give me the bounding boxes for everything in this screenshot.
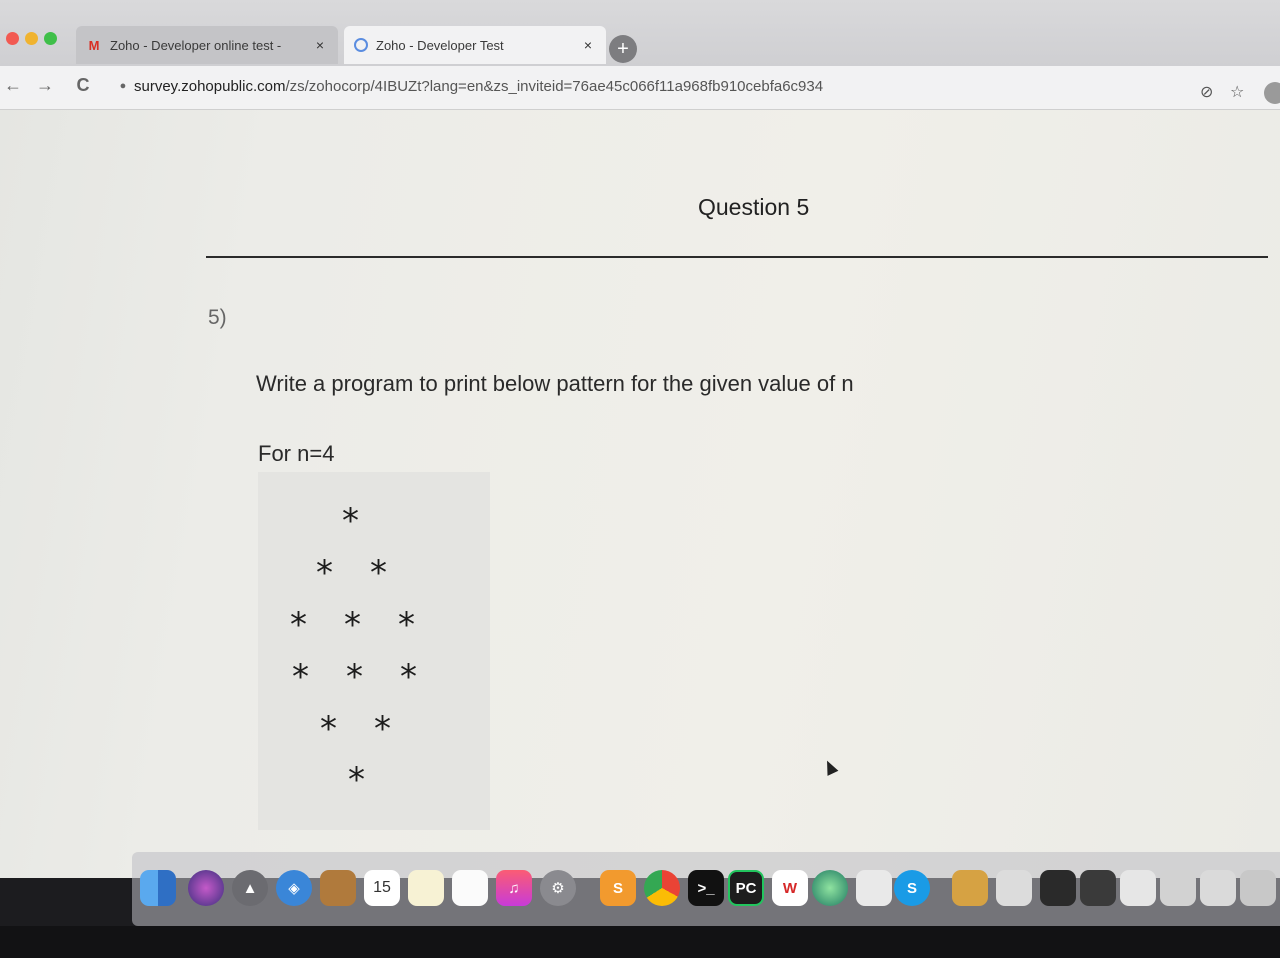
pycharm-icon[interactable]: PC: [728, 870, 764, 906]
divider: [206, 256, 1268, 258]
minimize-window-button[interactable]: [25, 32, 38, 45]
pattern-star: *: [292, 657, 309, 697]
zoho-icon: [354, 38, 368, 52]
camera-app-icon[interactable]: [812, 870, 848, 906]
tab-zoho-developer-test[interactable]: Zoho - Developer Test ×: [344, 26, 606, 64]
question-number: 5): [208, 306, 227, 329]
tab-title: Zoho - Developer online test -: [110, 37, 282, 53]
lock-icon: ●: [119, 80, 127, 92]
question-prompt: Write a program to print below pattern f…: [256, 371, 854, 396]
close-tab-icon[interactable]: ×: [580, 37, 596, 53]
window-thumbnail-icon[interactable]: [1240, 870, 1276, 906]
url-path: /zs/zohocorp/4IBUZt?lang=en&zs_inviteid=…: [285, 77, 824, 95]
example-label: For n=4: [258, 441, 335, 466]
url-host: survey.zohopublic.com: [134, 77, 286, 95]
pattern-example: [258, 472, 490, 830]
new-tab-button[interactable]: +: [609, 35, 637, 63]
pattern-star: *: [348, 760, 365, 800]
archive-utility-icon[interactable]: [952, 870, 988, 906]
address-bar[interactable]: ● survey.zohopublic.com /zs/zohocorp/4IB…: [112, 70, 1162, 102]
tab-gmail-zoho-online-test[interactable]: M Zoho - Developer online test - ×: [76, 26, 338, 64]
pattern-star: *: [342, 501, 359, 541]
pattern-star: *: [400, 657, 417, 697]
pattern-star: *: [398, 605, 415, 645]
preview-icon[interactable]: [856, 870, 892, 906]
sublime-text-icon[interactable]: S: [600, 870, 636, 906]
reload-button[interactable]: C: [70, 72, 96, 98]
window-thumbnail-icon[interactable]: [1160, 870, 1196, 906]
close-window-button[interactable]: [6, 32, 19, 45]
skype-icon[interactable]: S: [894, 870, 930, 906]
contacts-icon[interactable]: [320, 870, 356, 906]
wps-office-icon[interactable]: W: [772, 870, 808, 906]
pattern-star: *: [290, 605, 307, 645]
pattern-star: *: [344, 605, 361, 645]
reminders-icon[interactable]: [452, 870, 488, 906]
gmail-icon: M: [88, 37, 100, 53]
pattern-star: *: [320, 709, 337, 749]
window-thumbnail-icon[interactable]: [1200, 870, 1236, 906]
forward-button[interactable]: →: [32, 72, 58, 98]
window-thumbnail-icon[interactable]: [1120, 870, 1156, 906]
tracking-icon[interactable]: ⊘: [1200, 82, 1213, 102]
back-button[interactable]: ←: [0, 72, 26, 98]
pattern-star: *: [374, 709, 391, 749]
survey-page: [0, 110, 1280, 878]
window-thumbnail-icon[interactable]: [1080, 870, 1116, 906]
maximize-window-button[interactable]: [44, 32, 57, 45]
siri-icon[interactable]: [188, 870, 224, 906]
finder-icon[interactable]: [140, 870, 176, 906]
tab-title: Zoho - Developer Test: [376, 37, 504, 53]
pattern-star: *: [346, 657, 363, 697]
pattern-star: *: [316, 553, 333, 593]
window-thumbnail-icon[interactable]: [996, 870, 1032, 906]
close-tab-icon[interactable]: ×: [312, 37, 328, 53]
desk-edge: [0, 926, 1280, 958]
terminal-icon[interactable]: >_: [688, 870, 724, 906]
music-icon[interactable]: ♫: [496, 870, 532, 906]
notes-icon[interactable]: [408, 870, 444, 906]
chrome-icon[interactable]: [644, 870, 680, 906]
profile-avatar[interactable]: [1264, 82, 1280, 104]
window-thumbnail-icon[interactable]: [1040, 870, 1076, 906]
calendar-icon[interactable]: 15: [364, 870, 400, 906]
launchpad-icon[interactable]: ▲: [232, 870, 268, 906]
question-title: Question 5: [698, 194, 810, 220]
system-preferences-icon[interactable]: ⚙: [540, 870, 576, 906]
safari-icon[interactable]: ◈: [276, 870, 312, 906]
pattern-star: *: [370, 553, 387, 593]
bookmark-star-icon[interactable]: ☆: [1230, 82, 1244, 102]
